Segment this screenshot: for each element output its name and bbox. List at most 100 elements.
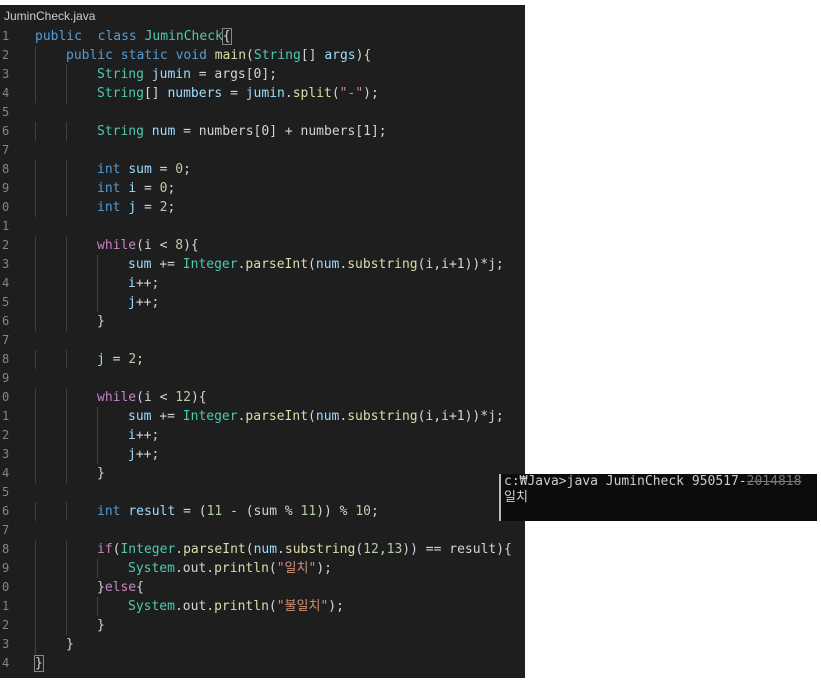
code-token: substring — [284, 542, 356, 557]
code-line[interactable]: 3} — [0, 635, 525, 654]
code-token: ; — [167, 200, 176, 215]
code-line[interactable]: 8 if(Integer.parseInt(num.substring(12,13… — [0, 540, 525, 559]
code-line[interactable]: 3 sum += Integer.parseInt(num.substring(i… — [0, 255, 525, 274]
code-line[interactable]: 1 — [0, 217, 525, 236]
line-number: 0 — [2, 580, 10, 594]
code-line[interactable]: 5 — [0, 103, 525, 122]
code-token: (i,i+1))*j; — [417, 409, 504, 424]
code-token: ( — [355, 542, 364, 557]
code-editor[interactable]: JuminCheck.java 1 public class JuminCheck… — [0, 5, 525, 678]
code-line[interactable]: 2 public static void main(String[] args){ — [0, 46, 525, 65]
code-line[interactable]: 4 String[] numbers = jumin.split("-"); — [0, 84, 525, 103]
code-token: (i < — [136, 390, 176, 405]
code-line[interactable]: 9 int i = 0; — [0, 179, 525, 198]
code-token: = — [222, 86, 246, 101]
code-token: num — [315, 257, 340, 272]
code-line[interactable]: 2} — [0, 616, 525, 635]
code-text: } — [97, 616, 105, 635]
code-line[interactable]: 4} — [0, 464, 525, 483]
code-token: [] — [143, 86, 168, 101]
indent-guide — [35, 388, 36, 407]
code-line[interactable]: 7 — [0, 521, 525, 540]
code-line[interactable]: 3 j++; — [0, 445, 525, 464]
code-line[interactable]: 5 — [0, 483, 525, 502]
code-line[interactable]: 6 int result = (11 - (sum % 11)) % 10; — [0, 502, 525, 521]
indent-guide — [35, 46, 36, 65]
indent-guide — [97, 293, 98, 312]
code-line[interactable]: 6 String num = numbers[0] + numbers[1]; — [0, 122, 525, 141]
line-number: 1 — [2, 599, 10, 613]
indent-guide — [35, 350, 36, 369]
code-token: ( — [308, 257, 316, 272]
code-token: = ( — [175, 504, 207, 519]
line-number: 1 — [2, 29, 10, 43]
code-line[interactable]: 5 j++; — [0, 293, 525, 312]
code-token: ){ — [190, 390, 207, 405]
code-line[interactable]: 6} — [0, 312, 525, 331]
code-text: i++; — [128, 426, 159, 445]
code-token: - (sum % — [222, 504, 301, 519]
code-line[interactable]: 4 i++; — [0, 274, 525, 293]
code-token: j — [97, 352, 105, 367]
code-token: 8 — [175, 238, 184, 253]
code-token: public — [66, 48, 113, 63]
code-line[interactable]: 7 — [0, 141, 525, 160]
code-line[interactable]: 0 int j = 2; — [0, 198, 525, 217]
code-token: sum — [128, 257, 152, 272]
line-number: 3 — [2, 447, 10, 461]
code-token: ); — [363, 86, 379, 101]
code-token: parseInt — [183, 542, 246, 557]
code-line[interactable]: 9 — [0, 369, 525, 388]
code-token: if — [97, 542, 113, 557]
code-token: String — [97, 86, 144, 101]
code-line[interactable]: 4} — [0, 654, 525, 673]
code-token: else — [104, 580, 137, 595]
indent-guide — [35, 179, 36, 198]
code-token: ++; — [135, 428, 160, 443]
code-line[interactable]: 2 while(i < 8){ — [0, 236, 525, 255]
indent-guide — [35, 65, 36, 84]
code-token: String — [97, 67, 144, 82]
code-line[interactable]: 7 — [0, 331, 525, 350]
code-line[interactable]: 1 public class JuminCheck{ — [0, 27, 525, 46]
code-token: substring — [347, 409, 418, 424]
code-token: int — [97, 200, 121, 215]
code-token: 11 — [206, 504, 223, 519]
code-token: ){ — [355, 48, 372, 63]
code-text: while(i < 12){ — [97, 388, 207, 407]
code-text: String jumin = args[0]; — [97, 65, 277, 84]
indent-guide — [97, 597, 98, 616]
line-number: 3 — [2, 637, 10, 651]
code-text: System.out.println("일치"); — [128, 559, 332, 578]
file-tab[interactable]: JuminCheck.java — [0, 5, 525, 27]
code-line[interactable]: 8 j = 2; — [0, 350, 525, 369]
indent-guide — [35, 293, 36, 312]
code-text: } — [97, 312, 105, 331]
code-text: }else{ — [97, 578, 144, 597]
code-token: 0 — [175, 162, 184, 177]
code-line[interactable]: 0 }else{ — [0, 578, 525, 597]
code-line[interactable]: 3 String jumin = args[0]; — [0, 65, 525, 84]
code-token: = numbers[0] + numbers[1]; — [175, 124, 387, 139]
code-token: . — [175, 542, 184, 557]
code-token: void — [175, 48, 207, 63]
line-number: 8 — [2, 162, 10, 176]
line-number: 5 — [2, 105, 10, 119]
code-line[interactable]: 9 System.out.println("일치"); — [0, 559, 525, 578]
indent-guide — [66, 65, 67, 84]
code-area[interactable]: 1 public class JuminCheck{2 public static … — [0, 27, 525, 673]
code-token: = — [151, 162, 176, 177]
code-token: { — [221, 28, 232, 45]
code-text: String num = numbers[0] + numbers[1]; — [97, 122, 387, 141]
line-number: 0 — [2, 390, 10, 404]
code-token: ; — [183, 162, 191, 177]
code-line[interactable]: 1 sum += Integer.parseInt(num.substring(i… — [0, 407, 525, 426]
code-line[interactable]: 2 i++; — [0, 426, 525, 445]
indent-guide — [35, 597, 36, 616]
code-line[interactable]: 0 while(i < 12){ — [0, 388, 525, 407]
line-number: 5 — [2, 295, 10, 309]
code-line[interactable]: 8 int sum = 0; — [0, 160, 525, 179]
code-line[interactable]: 1 System.out.println("불일치"); — [0, 597, 525, 616]
